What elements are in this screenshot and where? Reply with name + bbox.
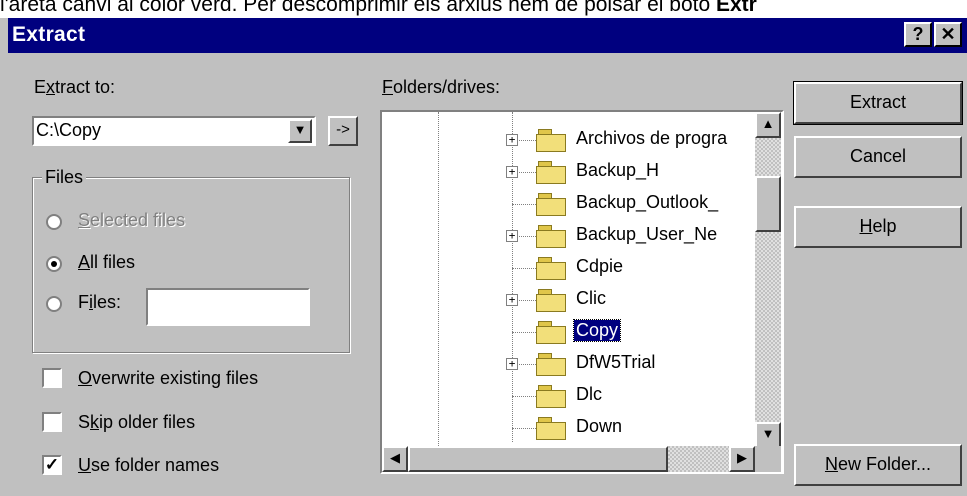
help-title-button[interactable]: ? [904, 22, 932, 47]
all-files-label: All files [78, 252, 136, 272]
folder-tree-item[interactable]: + Archivos de progra [382, 124, 752, 156]
selected-files-radio[interactable] [46, 214, 62, 230]
dialog-title: Extract [12, 23, 86, 46]
chevron-down-icon[interactable]: ▼ [288, 119, 312, 143]
overwrite-checkbox[interactable] [42, 368, 62, 388]
folders-label: Folders/drives: [382, 77, 501, 97]
plus-icon[interactable]: + [506, 134, 518, 146]
folder-tree-item[interactable]: + Clic [382, 284, 752, 316]
folder-tree-item[interactable]: + Backup_H [382, 156, 752, 188]
overwrite-label: Overwrite existing files [78, 368, 259, 388]
scroll-left-icon[interactable]: ◀ [382, 446, 408, 472]
folder-tree-item[interactable]: Copy [382, 316, 752, 348]
folder-icon [536, 161, 566, 184]
extract-to-value: C:\Copy [36, 120, 102, 140]
folder-icon [536, 257, 566, 280]
instruction-text: l'areta canvi al color verd. Per descomp… [0, 0, 757, 16]
folder-icon [536, 225, 566, 248]
files-label: Files: [78, 292, 122, 312]
tree-branch-line [512, 268, 536, 269]
folder-tree-item[interactable]: Cdpie [382, 252, 752, 284]
extract-button[interactable]: Extract [793, 81, 963, 125]
folder-name: Dlc [576, 384, 602, 404]
files-group-title: Files [42, 166, 87, 188]
files-radio[interactable] [46, 296, 62, 312]
folder-icon [536, 289, 566, 312]
extract-dialog: Extract ? ✕ Extract to: C:\Copy ▼ -> Fil… [0, 18, 967, 496]
folder-icon [536, 385, 566, 408]
close-button[interactable]: ✕ [934, 22, 962, 47]
skip-older-label: Skip older files [78, 412, 196, 432]
browse-button[interactable]: -> [328, 116, 358, 146]
scroll-down-icon[interactable]: ▼ [755, 422, 781, 448]
plus-icon[interactable]: + [506, 230, 518, 242]
skip-older-checkbox[interactable] [42, 412, 62, 432]
folder-icon [536, 353, 566, 376]
plus-icon[interactable]: + [506, 166, 518, 178]
folder-tree-item[interactable]: Down [382, 412, 752, 444]
cancel-button[interactable]: Cancel [794, 136, 962, 178]
folder-name: Backup_User_Ne [576, 224, 718, 244]
vertical-scroll-thumb[interactable] [755, 176, 781, 232]
help-button[interactable]: Help [794, 206, 962, 248]
selected-files-label: Selected files [78, 210, 186, 230]
folder-name: Backup_H [576, 160, 660, 180]
folder-name: Archivos de progra [576, 128, 728, 148]
use-folder-names-label: Use folder names [78, 455, 220, 475]
scroll-right-icon[interactable]: ▶ [729, 446, 755, 472]
folder-icon [536, 193, 566, 216]
folder-name: Copy [572, 319, 622, 342]
folder-tree-item[interactable]: Backup_Outlook_ [382, 188, 752, 220]
folder-name: Backup_Outlook_ [576, 192, 719, 212]
files-input[interactable] [146, 288, 310, 326]
all-files-radio[interactable] [46, 256, 62, 272]
folder-name: Cdpie [576, 256, 624, 276]
new-folder-button[interactable]: New Folder... [794, 444, 962, 486]
folder-tree-item[interactable]: + Backup_User_Ne [382, 220, 752, 252]
folder-tree[interactable]: + Archivos de progra + Backup_H Backup_Outlo… [380, 110, 784, 474]
folder-name: Down [576, 416, 623, 436]
folder-name: Clic [576, 288, 606, 308]
tree-branch-line [512, 204, 536, 205]
extract-to-label: Extract to: [34, 77, 116, 97]
scroll-up-icon[interactable]: ▲ [755, 112, 781, 138]
use-folder-names-checkbox[interactable]: ✓ [42, 455, 62, 475]
folder-tree-item[interactable]: Dlc [382, 380, 752, 412]
horizontal-scroll-thumb[interactable] [408, 446, 668, 472]
title-bar: Extract ? ✕ [8, 18, 967, 53]
vertical-scrollbar[interactable] [755, 112, 781, 448]
scrollbar-corner [755, 446, 781, 472]
tree-branch-line [512, 428, 536, 429]
plus-icon[interactable]: + [506, 358, 518, 370]
tree-branch-line [512, 396, 536, 397]
plus-icon[interactable]: + [506, 294, 518, 306]
folder-name: DfW5Trial [576, 352, 656, 372]
open-folder-icon [536, 321, 566, 344]
folder-icon [536, 417, 566, 440]
tree-branch-line [512, 332, 536, 333]
folder-icon [536, 129, 566, 152]
folder-tree-item[interactable]: + DfW5Trial [382, 348, 752, 380]
extract-to-combobox[interactable]: C:\Copy ▼ [32, 116, 316, 146]
